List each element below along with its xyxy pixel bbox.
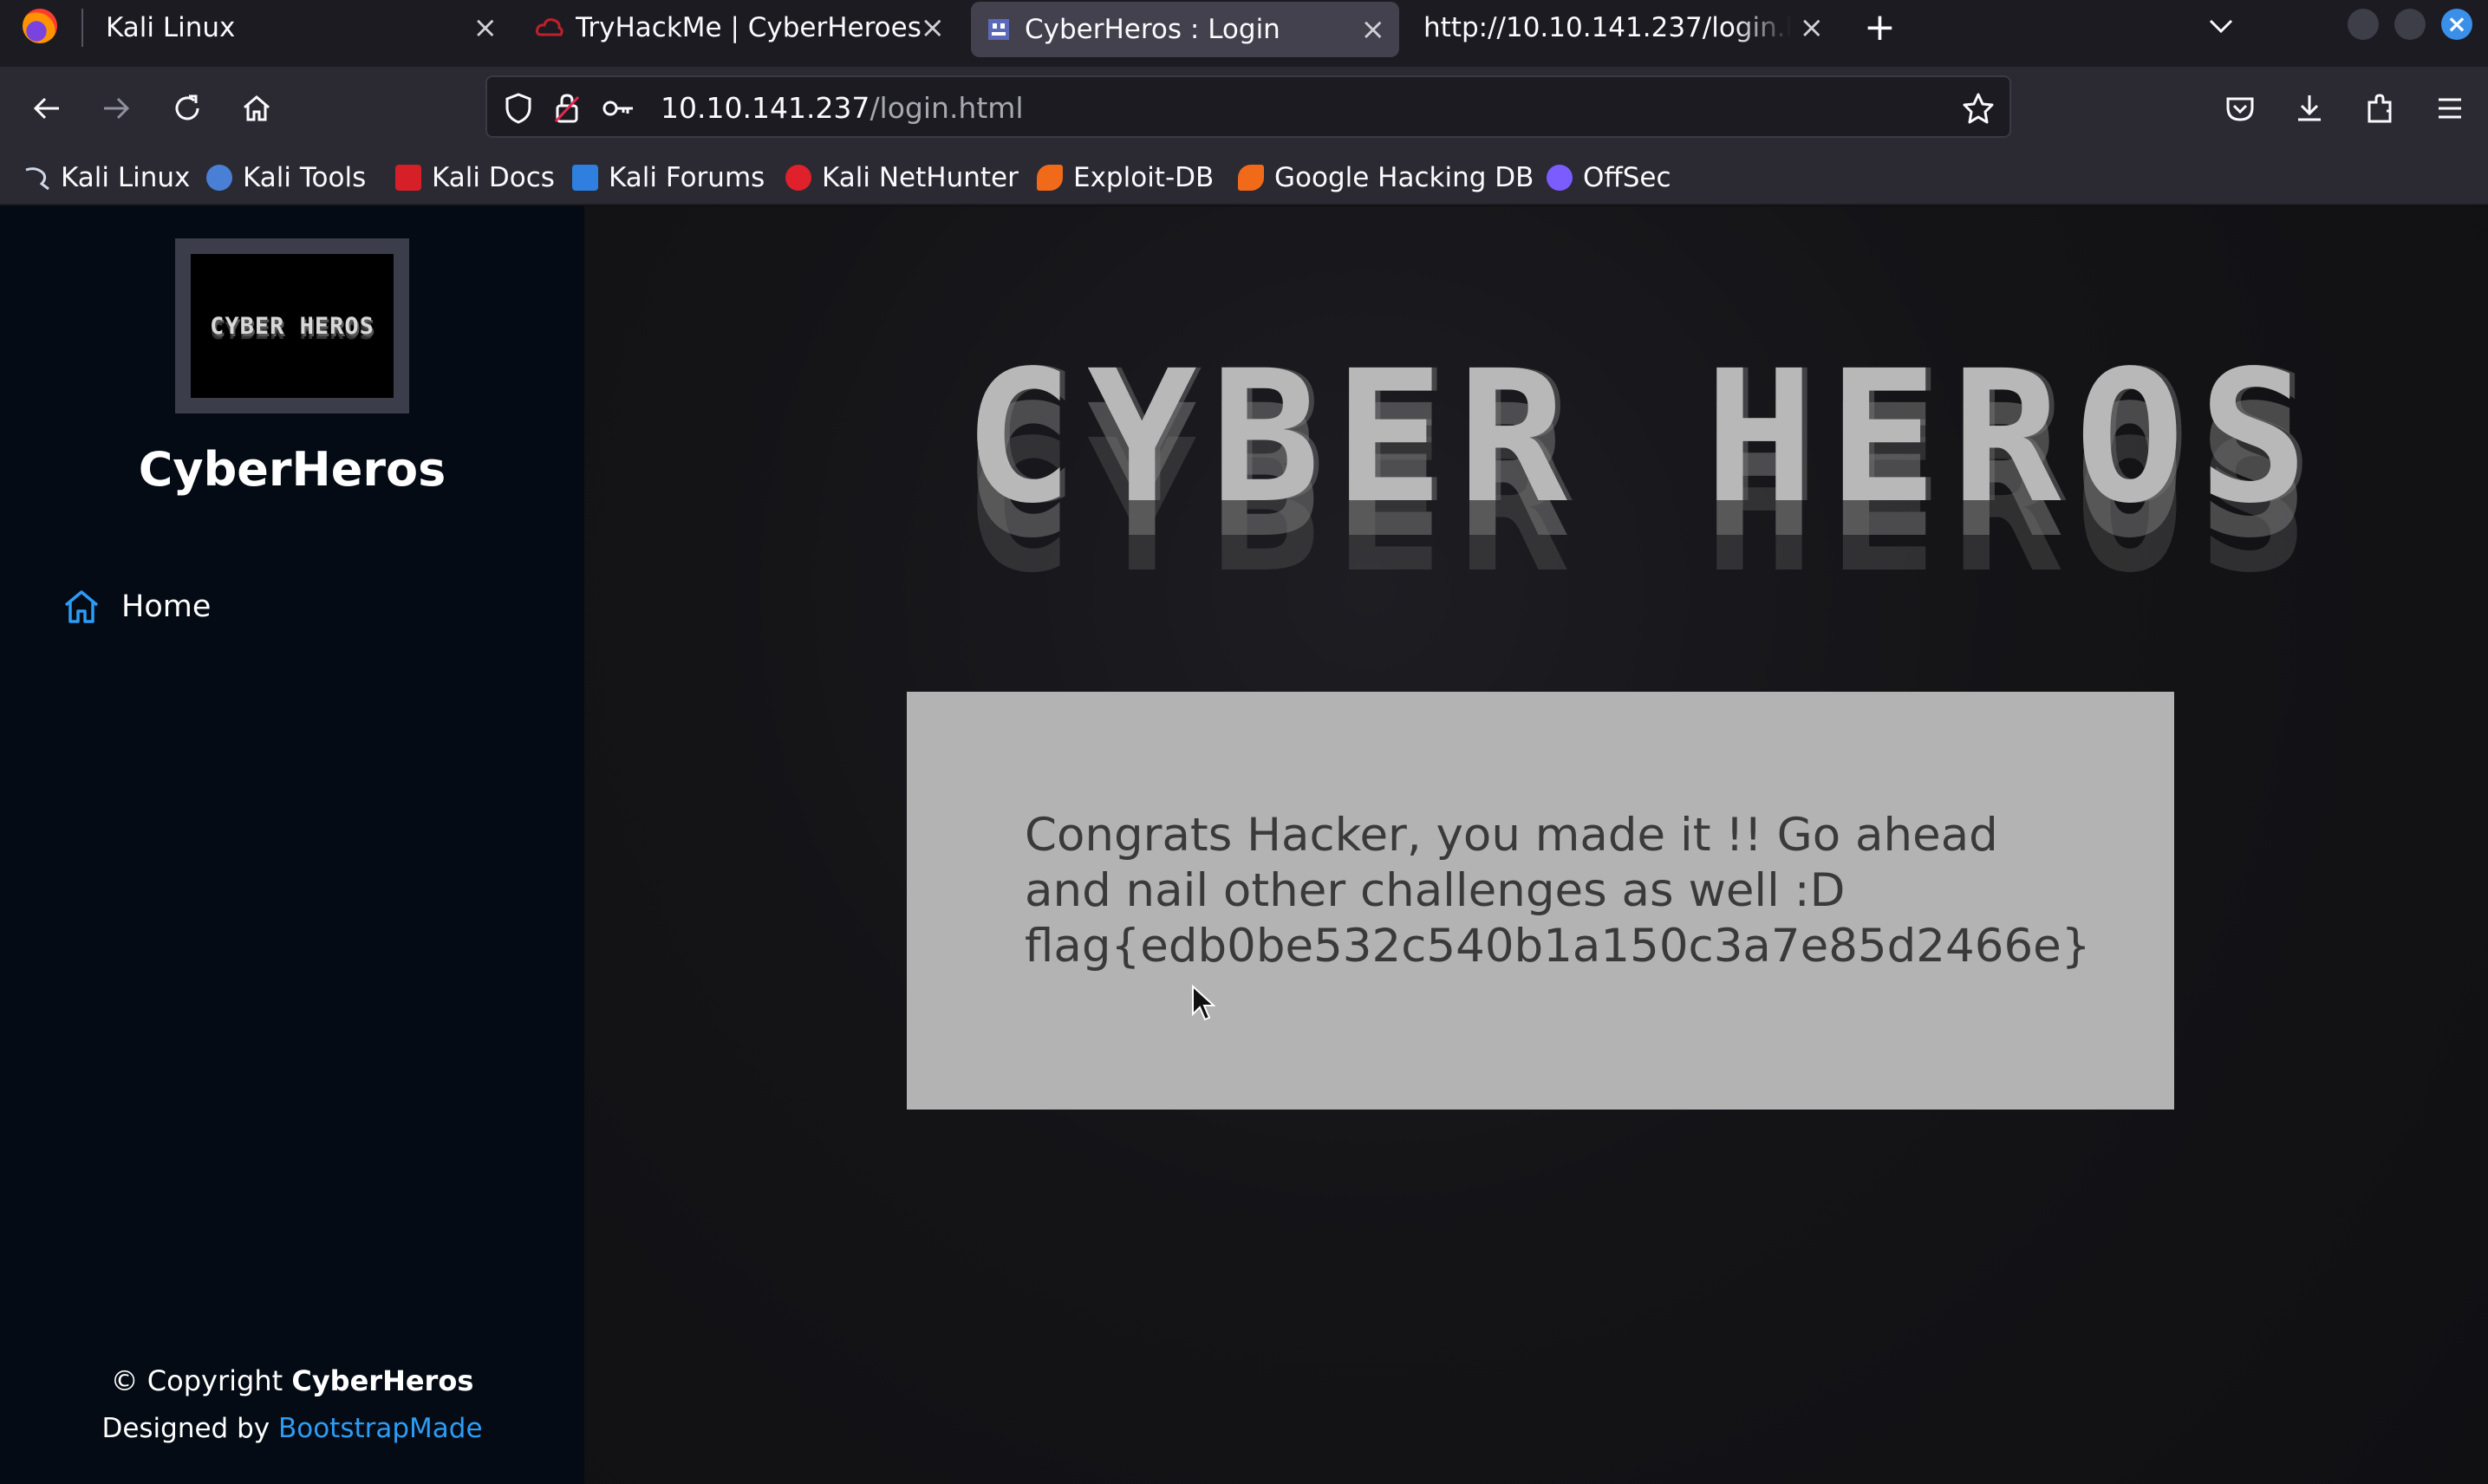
kali-forums-icon (572, 165, 598, 191)
bookmark-label: Google Hacking DB (1274, 162, 1534, 193)
address-bar[interactable]: 10.10.141.237/login.html (485, 75, 2011, 138)
bookmark-label: Kali NetHunter (822, 162, 1019, 193)
tab-kali-linux[interactable]: Kali Linux × (87, 0, 511, 55)
close-tab-icon[interactable]: × (473, 10, 498, 45)
tab-strip: Kali Linux × TryHackMe | CyberHeroes × C… (0, 0, 2488, 67)
tab-label: CyberHeros : Login (1025, 14, 1280, 45)
web-page: CYBER HEROS CyberHeros Home © Copyright … (0, 206, 2488, 1484)
bookmark-label: Kali Linux (61, 162, 191, 193)
copyright: © Copyright CyberHeros (0, 1364, 584, 1397)
sidebar: CYBER HEROS CyberHeros Home © Copyright … (0, 206, 584, 1484)
site-logo[interactable]: CYBER HEROS (175, 238, 409, 413)
kali-tools-icon (206, 165, 232, 191)
bookmark-kali-linux[interactable]: Kali Linux (24, 160, 190, 195)
home-icon (61, 586, 102, 628)
tryhackme-cloud-icon (536, 14, 563, 42)
message-text: Congrats Hacker, you made it !! Go ahead… (1025, 808, 2091, 974)
bookmark-google-hacking-db[interactable]: Google Hacking DB (1238, 160, 1534, 195)
logo-image: CYBER HEROS (191, 254, 394, 398)
url-path: /login.html (869, 91, 1024, 125)
maximize-window-button[interactable] (2394, 9, 2426, 40)
flag-text: flag{edb0be532c540b1a150c3a7e85d2466e} (1025, 920, 2091, 973)
message-box: Congrats Hacker, you made it !! Go ahead… (907, 692, 2174, 1110)
sidebar-item-home[interactable]: Home (61, 581, 211, 633)
pocket-icon[interactable] (2218, 86, 2263, 131)
bookmark-star-icon[interactable] (1961, 91, 1996, 126)
site-name[interactable]: CyberHeros (0, 442, 584, 497)
new-tab-button[interactable]: + (1864, 3, 1896, 52)
exploit-db-icon (1037, 165, 1063, 191)
hamburger-menu-icon[interactable] (2427, 86, 2472, 131)
bookmark-exploit-db[interactable]: Exploit-DB (1037, 160, 1214, 195)
minimize-window-button[interactable] (2348, 9, 2379, 40)
copyright-name: CyberHeros (291, 1364, 474, 1397)
tab-divider (81, 9, 83, 47)
bookmark-kali-docs[interactable]: Kali Docs (395, 160, 555, 195)
tab-label: http://10.10.141.237/login.htm (1423, 12, 1791, 43)
offsec-icon (1547, 165, 1573, 191)
firefox-menu-icon[interactable] (23, 9, 57, 43)
tracking-protection-shield-icon[interactable] (501, 91, 536, 126)
navigation-toolbar: 10.10.141.237/login.html (0, 67, 2488, 150)
list-all-tabs-chevron-down-icon[interactable] (2204, 9, 2238, 43)
url-host: 10.10.141.237 (661, 91, 870, 125)
forward-arrow-icon[interactable] (94, 86, 139, 131)
bookmark-offsec[interactable]: OffSec (1547, 160, 1671, 195)
close-tab-icon[interactable]: × (1800, 10, 1825, 45)
tab-login-url[interactable]: http://10.10.141.237/login.htm × (1410, 0, 1834, 55)
close-tab-icon[interactable]: × (1361, 12, 1386, 47)
bookmark-label: Exploit-DB (1073, 162, 1215, 193)
extensions-puzzle-icon[interactable] (2358, 86, 2403, 131)
nethunter-icon (785, 165, 811, 191)
congrats-message: Congrats Hacker, you made it !! Go ahead… (1025, 809, 1998, 917)
google-hacking-db-icon (1238, 165, 1264, 191)
bookmark-kali-tools[interactable]: Kali Tools (206, 160, 366, 195)
downloads-icon[interactable] (2287, 86, 2332, 131)
bookmarks-toolbar: Kali Linux Kali Tools Kali Docs Kali For… (0, 150, 2488, 205)
bookmark-label: Kali Tools (243, 162, 367, 193)
bookmark-label: Kali Forums (609, 162, 765, 193)
close-tab-icon[interactable]: × (921, 10, 946, 45)
bookmark-label: Kali Docs (432, 162, 555, 193)
designed-prefix: Designed by (101, 1413, 278, 1444)
kali-dragon-icon (24, 165, 50, 191)
kali-docs-icon (395, 165, 421, 191)
tab-tryhackme[interactable]: TryHackMe | CyberHeroes × (536, 0, 948, 55)
home-icon[interactable] (234, 86, 279, 131)
permissions-key-icon[interactable] (602, 91, 636, 126)
banner-text: CYBER HEROS (963, 331, 2322, 543)
back-arrow-icon[interactable] (24, 86, 69, 131)
sidebar-item-label: Home (121, 589, 212, 624)
copyright-prefix: © Copyright (110, 1364, 292, 1397)
tab-cyberheros-login[interactable]: CyberHeros : Login × (971, 2, 1399, 57)
cyber-heros-banner: CYBER HEROS (919, 338, 2367, 615)
tab-label: TryHackMe | CyberHeroes (576, 12, 921, 43)
bookmark-kali-forums[interactable]: Kali Forums (572, 160, 765, 195)
cyberheros-favicon-icon (985, 16, 1013, 43)
logo-text: CYBER HEROS (210, 312, 375, 340)
mouse-pointer-icon (1191, 984, 1216, 1023)
designed-by: Designed by BootstrapMade (0, 1413, 584, 1444)
tab-label: Kali Linux (106, 12, 236, 43)
bookmark-label: OffSec (1583, 162, 1671, 193)
bookmark-kali-nethunter[interactable]: Kali NetHunter (785, 160, 1019, 195)
bootstrapmade-link[interactable]: BootstrapMade (278, 1413, 483, 1444)
reload-icon[interactable] (165, 86, 210, 131)
url-text[interactable]: 10.10.141.237/login.html (661, 91, 1024, 126)
close-window-button[interactable]: × (2441, 9, 2472, 40)
insecure-lock-icon[interactable] (550, 91, 584, 126)
